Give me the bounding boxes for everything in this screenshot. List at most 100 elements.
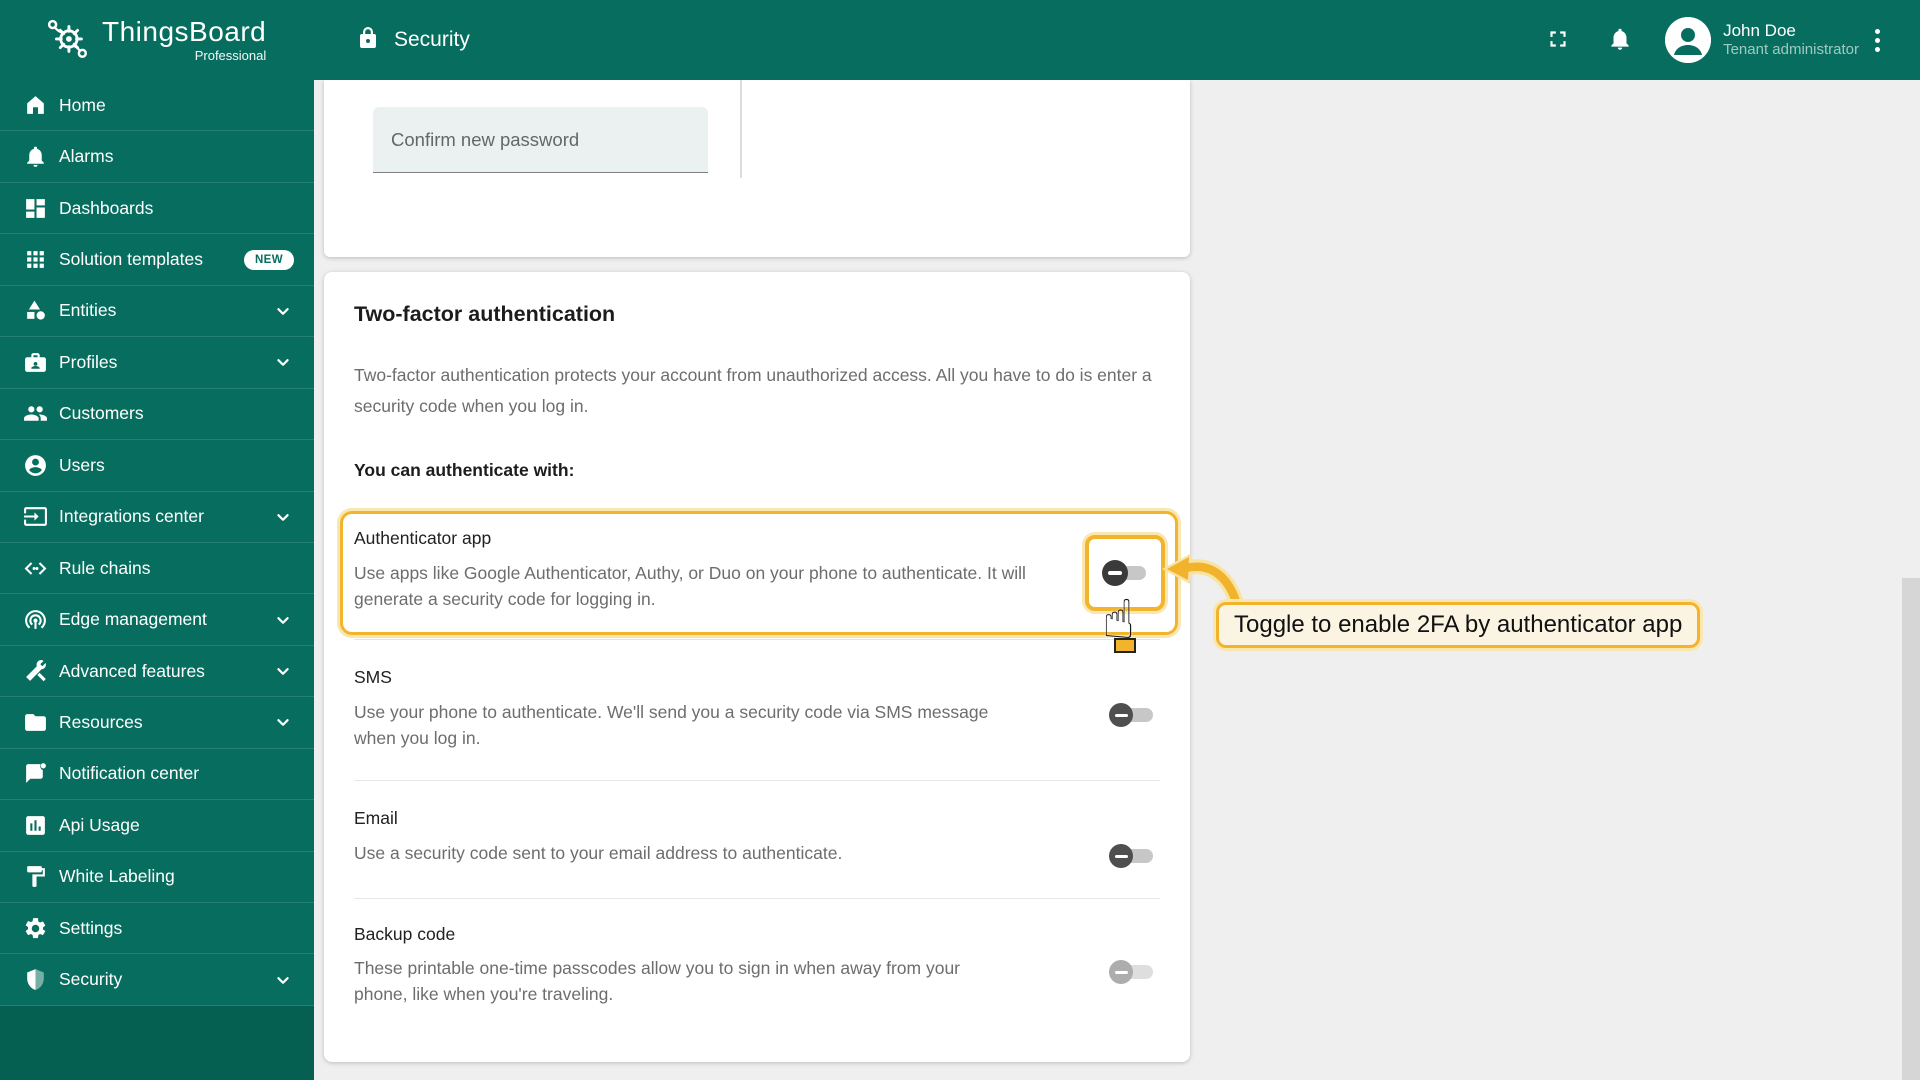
entities-icon: [22, 298, 48, 324]
sidebar-item-label: Alarms: [59, 146, 114, 167]
bell-icon: [1607, 26, 1633, 55]
method-description-authenticator-app: Use apps like Google Authenticator, Auth…: [354, 563, 1026, 609]
method-title-sms: SMS: [354, 667, 392, 687]
page-title: Security: [394, 28, 470, 51]
toggle-thumb: [1102, 560, 1128, 586]
paint-roller-icon: [22, 864, 48, 890]
sidebar-item-label: Integrations center: [59, 506, 204, 527]
sidebar-item-integrations-center[interactable]: Integrations center: [0, 492, 314, 543]
bar-chart-icon: [22, 812, 48, 838]
toggle-backup-code[interactable]: [1109, 959, 1155, 985]
toggle-thumb: [1109, 703, 1133, 727]
sidebar-item-label: Dashboards: [59, 197, 154, 218]
shield-icon: [22, 967, 48, 993]
apps-grid-icon: [22, 247, 48, 273]
twofa-title: Two-factor authentication: [354, 302, 616, 326]
tools-icon: [22, 658, 48, 684]
sidebar-item-notification-center[interactable]: Notification center: [0, 749, 314, 801]
change-password-card: [324, 80, 1190, 257]
sidebar-item-label: Rule chains: [59, 557, 151, 578]
method-title-authenticator-app: Authenticator app: [354, 528, 492, 548]
sidebar-item-label: Resources: [59, 711, 143, 732]
top-bar: ThingsBoard Professional Security John D…: [0, 0, 1920, 80]
notification-icon: [22, 761, 48, 787]
rule-chains-icon: [22, 555, 48, 581]
method-description-email: Use a security code sent to your email a…: [354, 843, 843, 863]
method-divider: [354, 639, 1160, 640]
scrollbar-thumb[interactable]: [1902, 578, 1920, 1080]
avatar[interactable]: [1665, 17, 1712, 63]
sidebar-item-white-labeling[interactable]: White Labeling: [0, 852, 314, 903]
sidebar-item-edge-management[interactable]: Edge management: [0, 594, 314, 646]
toggle-authenticator-app[interactable]: [1087, 545, 1148, 601]
confirm-new-password-input[interactable]: [373, 107, 744, 172]
toggle-thumb: [1109, 960, 1133, 984]
sidebar-item-alarms[interactable]: Alarms: [0, 131, 314, 183]
toggle-email[interactable]: [1109, 843, 1155, 869]
card-column-divider: [740, 80, 742, 178]
chevron-down-icon: [272, 609, 294, 631]
new-badge: NEW: [243, 249, 294, 270]
gear-icon: [22, 915, 48, 941]
method-title-email: Email: [354, 808, 398, 828]
method-description-sms: Use your phone to authenticate. We'll se…: [354, 702, 989, 748]
app-name: ThingsBoard: [102, 16, 267, 47]
notifications-button[interactable]: [1607, 26, 1633, 55]
more-menu-button[interactable]: [1875, 28, 1880, 52]
sidebar-item-advanced-features[interactable]: Advanced features: [0, 646, 314, 698]
method-divider: [354, 898, 1160, 899]
chevron-down-icon: [272, 506, 294, 528]
highlighted-toggle-box: [1085, 535, 1165, 611]
fullscreen-button[interactable]: [1545, 26, 1571, 55]
sidebar-item-label: Users: [59, 454, 105, 475]
sidebar-item-api-usage[interactable]: Api Usage: [0, 800, 314, 852]
annotation-callout: Toggle to enable 2FA by authenticator ap…: [1216, 602, 1701, 648]
integrations-icon: [22, 504, 48, 530]
dashboards-icon: [22, 195, 48, 221]
sidebar-item-dashboards[interactable]: Dashboards: [0, 183, 314, 235]
sidebar-item-rule-chains[interactable]: Rule chains: [0, 543, 314, 595]
user-circle-icon: [22, 452, 48, 478]
method-title-backup-code: Backup code: [354, 924, 456, 944]
fullscreen-icon: [1545, 26, 1571, 55]
chevron-down-icon: [272, 969, 294, 991]
sidebar-item-home[interactable]: Home: [0, 80, 314, 132]
sidebar-item-resources[interactable]: Resources: [0, 697, 314, 749]
sidebar-item-settings[interactable]: Settings: [0, 903, 314, 955]
chevron-down-icon: [272, 300, 294, 322]
sidebar-item-solution-templates[interactable]: Solution templates NEW: [0, 234, 314, 286]
sidebar-item-label: Advanced features: [59, 660, 205, 681]
sidebar-item-label: Entities: [59, 300, 117, 321]
sidebar-item-label: Profiles: [59, 351, 118, 372]
sidebar: Home Alarms Dashboards Solution templates NE…: [0, 80, 314, 1080]
sidebar-item-label: Api Usage: [59, 814, 140, 835]
sidebar-item-profiles[interactable]: Profiles: [0, 337, 314, 389]
folder-icon: [22, 709, 48, 735]
thingsboard-logo-icon: [44, 15, 90, 66]
toggle-thumb: [1109, 844, 1133, 868]
edge-antenna-icon: [22, 607, 48, 633]
sidebar-item-customers[interactable]: Customers: [0, 389, 314, 441]
thingsboard-logo[interactable]: ThingsBoard Professional: [0, 0, 314, 80]
toggle-sms[interactable]: [1109, 702, 1155, 728]
two-factor-card: Two-factor authentication Two-factor aut…: [324, 272, 1190, 1062]
twofa-subtitle: You can authenticate with:: [354, 460, 575, 480]
sidebar-item-label: Solution templates: [59, 249, 203, 270]
sidebar-item-label: White Labeling: [59, 866, 175, 887]
sidebar-item-label: Settings: [59, 917, 123, 938]
sidebar-item-users[interactable]: Users: [0, 440, 314, 492]
main-content: Two-factor authentication Two-factor aut…: [314, 80, 1920, 1080]
sidebar-lower-area: [0, 1005, 314, 1080]
app-edition: Professional: [194, 48, 267, 63]
customers-icon: [22, 401, 48, 427]
chevron-down-icon: [272, 660, 294, 682]
method-divider: [354, 780, 1160, 781]
user-info[interactable]: John Doe Tenant administrator: [1723, 20, 1859, 60]
sidebar-item-entities[interactable]: Entities: [0, 286, 314, 338]
topbar-actions: John Doe Tenant administrator: [1545, 17, 1920, 63]
annotation-text: Toggle to enable 2FA by authenticator ap…: [1234, 611, 1683, 638]
home-icon: [22, 92, 48, 118]
chevron-down-icon: [272, 711, 294, 733]
sidebar-item-security[interactable]: Security: [0, 954, 314, 1006]
confirm-new-password-field[interactable]: [373, 107, 744, 173]
